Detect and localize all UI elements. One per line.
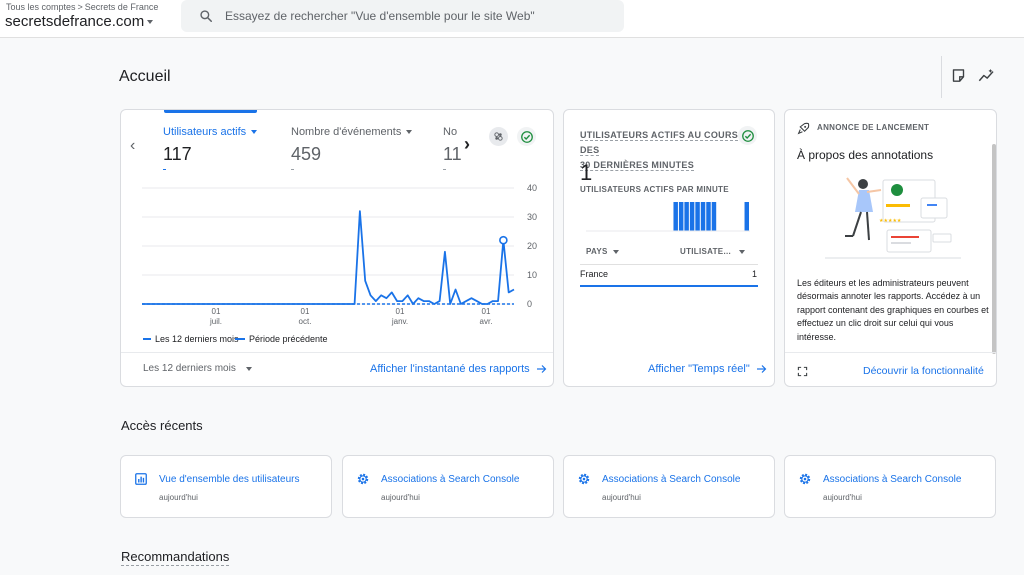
series-line-current xyxy=(142,210,515,305)
y-tick-label: 0 xyxy=(527,299,532,309)
per-minute-bar-chart[interactable] xyxy=(564,110,774,240)
recent-item-title: Vue d'ensemble des utilisateurs xyxy=(159,474,300,485)
y-tick-label: 10 xyxy=(527,270,537,280)
caret-down-icon xyxy=(612,249,619,254)
rocket-icon xyxy=(797,122,810,135)
recommendations-title: Recommandations xyxy=(121,549,230,566)
top-bar: Tous les comptes > Secrets de France secre… xyxy=(0,0,1024,38)
per-minute-bar xyxy=(744,202,749,231)
arrow-right-icon xyxy=(536,365,547,373)
recent-item-date: aujourd'hui xyxy=(602,493,641,502)
recent-item-title: Associations à Search Console xyxy=(602,474,741,485)
per-minute-bar xyxy=(711,202,717,231)
legend-solid-swatch xyxy=(143,338,151,340)
table-row-users: 1 xyxy=(752,269,758,279)
recent-item[interactable]: Associations à Search Console aujourd'hu… xyxy=(563,455,775,518)
view-realtime-label: Afficher "Temps réel" xyxy=(648,363,750,375)
per-minute-bar xyxy=(673,202,678,231)
x-tick-month: janv. xyxy=(391,317,408,326)
recommendations-label: Recommandations xyxy=(121,549,230,566)
recent-item-date: aujourd'hui xyxy=(823,493,862,502)
gear-icon xyxy=(798,472,812,486)
table-header-divider xyxy=(580,264,758,265)
breadcrumb-account[interactable]: Secrets de France xyxy=(85,2,159,12)
y-tick-label: 30 xyxy=(527,212,537,222)
x-tick-day: 01 xyxy=(482,307,491,316)
legend-dashed-swatch xyxy=(235,338,245,340)
view-reports-snapshot-link[interactable]: Afficher l'instantané des rapports xyxy=(370,363,547,375)
breadcrumb-separator: > xyxy=(77,2,83,12)
launch-announcement-card: ANNONCE DE LANCEMENT À propos des annota… xyxy=(784,109,997,387)
search-icon xyxy=(199,9,213,23)
per-minute-bar xyxy=(689,202,695,231)
expand-icon[interactable] xyxy=(797,366,808,377)
per-minute-bar xyxy=(706,202,711,231)
page-title: Accueil xyxy=(119,68,171,85)
per-minute-bar xyxy=(678,202,684,231)
annotations-illustration: ★★★★★ xyxy=(825,177,961,259)
per-minute-bar xyxy=(700,202,706,231)
recent-item-title: Associations à Search Console xyxy=(823,474,962,485)
x-tick-day: 01 xyxy=(301,307,310,316)
gear-icon xyxy=(577,472,591,486)
search-bar[interactable] xyxy=(181,0,624,32)
property-name: secretsdefrance.com xyxy=(5,13,145,30)
svg-text:★★★★★: ★★★★★ xyxy=(879,218,902,224)
x-tick-month: juil. xyxy=(209,317,222,326)
launch-title: À propos des annotations xyxy=(797,148,934,162)
row-share-bar xyxy=(580,285,758,287)
x-tick-day: 01 xyxy=(396,307,405,316)
users-column-label: UTILISATE... xyxy=(680,247,732,256)
legend-previous-label: Période précédente xyxy=(249,334,328,344)
recent-item[interactable]: Associations à Search Console aujourd'hu… xyxy=(342,455,554,518)
view-reports-snapshot-label: Afficher l'instantané des rapports xyxy=(370,363,530,375)
caret-down-icon xyxy=(739,249,746,254)
realtime-card: UTILISATEURS ACTIFS AU COURS DES 30 DERN… xyxy=(563,109,775,387)
arrow-right-icon xyxy=(756,365,767,373)
header-divider xyxy=(941,56,942,98)
breadcrumb[interactable]: Tous les comptes > Secrets de France xyxy=(6,2,158,12)
legend-current: Les 12 derniers mois xyxy=(143,334,239,344)
search-input[interactable] xyxy=(225,9,605,23)
users-line-chart[interactable]: 40302010001juil.01oct.01janv.01avr. xyxy=(121,110,553,335)
table-row-country: France xyxy=(580,269,609,279)
scrollbar[interactable] xyxy=(992,144,996,354)
recent-item-date: aujourd'hui xyxy=(159,493,198,502)
recent-item-title: Associations à Search Console xyxy=(381,474,520,485)
overview-card: ‹ Utilisateurs actifs 117 Nombre d'événe… xyxy=(120,109,554,387)
recent-item-date: aujourd'hui xyxy=(381,493,420,502)
per-minute-bar xyxy=(684,202,689,231)
legend-previous: Période précédente xyxy=(235,334,328,344)
breadcrumb-root[interactable]: Tous les comptes xyxy=(6,2,76,12)
card-footer-divider xyxy=(785,352,996,353)
launch-tag: ANNONCE DE LANCEMENT xyxy=(817,123,930,132)
insights-icon[interactable] xyxy=(978,68,995,83)
caret-down-icon xyxy=(245,366,252,371)
x-tick-day: 01 xyxy=(212,307,221,316)
country-column-header[interactable]: PAYS xyxy=(586,247,619,256)
recent-item[interactable]: Vue d'ensemble des utilisateurs aujourd'… xyxy=(120,455,332,518)
date-range-selector[interactable]: Les 12 derniers mois xyxy=(143,363,252,374)
launch-body: Les éditeurs et les administrateurs peuv… xyxy=(797,278,989,342)
y-tick-label: 40 xyxy=(527,183,537,193)
per-minute-bar xyxy=(695,202,700,231)
x-tick-month: avr. xyxy=(480,317,493,326)
discover-feature-link[interactable]: Découvrir la fonctionnalité xyxy=(863,365,984,377)
y-tick-label: 20 xyxy=(527,241,537,251)
card-footer-divider xyxy=(121,352,553,353)
country-column-label: PAYS xyxy=(586,247,608,256)
annotation-note-icon[interactable] xyxy=(951,68,966,83)
x-tick-month: oct. xyxy=(299,317,312,326)
legend-current-label: Les 12 derniers mois xyxy=(155,334,239,344)
property-selector[interactable]: secretsdefrance.com xyxy=(5,13,154,30)
recent-access-title: Accès récents xyxy=(121,418,203,433)
caret-down-icon xyxy=(147,19,154,24)
report-icon xyxy=(134,472,148,486)
view-realtime-link[interactable]: Afficher "Temps réel" xyxy=(648,363,767,375)
recent-item[interactable]: Associations à Search Console aujourd'hu… xyxy=(784,455,996,518)
hover-point-marker[interactable] xyxy=(499,235,508,245)
gear-icon xyxy=(356,472,370,486)
users-column-header[interactable]: UTILISATE... xyxy=(680,247,746,256)
date-range-label: Les 12 derniers mois xyxy=(143,363,236,374)
